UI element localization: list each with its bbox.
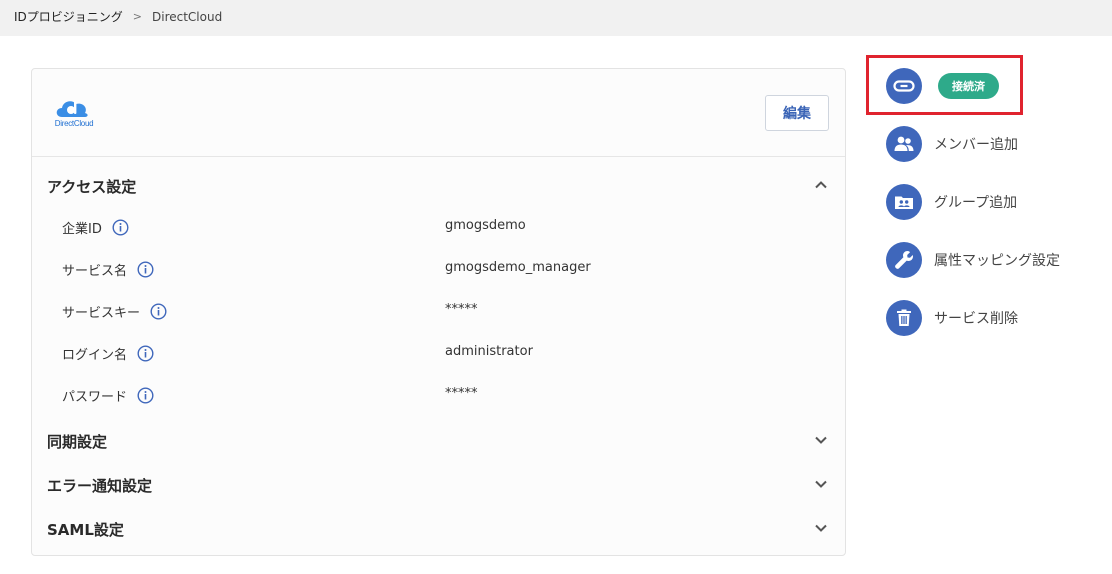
field-row-service-name: サービス名 gmogsdemo_manager [32,255,845,283]
section-title: 同期設定 [47,433,108,451]
field-label: 企業ID [62,218,129,237]
section-error-notification-settings[interactable]: エラー通知設定 [32,469,845,499]
service-settings-card: DirectCloud 編集 アクセス設定 企業ID gmogsdemo サービ… [31,68,846,556]
field-label-text: 企業ID [62,222,102,237]
chevron-down-icon [815,480,827,488]
field-label-text: サービス名 [62,264,128,279]
info-icon[interactable] [137,387,154,404]
add-group-button[interactable]: グループ追加 [886,184,1096,220]
breadcrumb-current: DirectCloud [152,9,223,24]
field-label: サービスキー [62,302,167,321]
trash-icon [886,300,922,336]
chevron-down-icon [815,524,827,532]
attribute-mapping-button[interactable]: 属性マッピング設定 [886,242,1096,278]
top-bar: IDプロビジョニング > DirectCloud [0,0,1112,36]
field-label: パスワード [62,386,154,405]
field-label: ログイン名 [62,344,154,363]
group-folder-icon [886,184,922,220]
info-icon[interactable] [137,261,154,278]
section-saml-settings[interactable]: SAML設定 [32,513,845,543]
card-header: DirectCloud 編集 [32,69,845,157]
logo-text: DirectCloud [54,119,94,128]
info-icon[interactable] [112,219,129,236]
field-row-service-key: サービスキー ***** [32,297,845,325]
field-value: gmogsdemo [445,218,526,233]
breadcrumb-separator: > [132,10,142,23]
side-label: グループ追加 [934,195,1018,211]
field-label-text: ログイン名 [62,348,128,363]
section-sync-settings[interactable]: 同期設定 [32,425,845,455]
field-label-text: パスワード [62,390,128,405]
directcloud-logo: DirectCloud [50,95,98,131]
field-value: gmogsdemo_manager [445,260,591,275]
field-value: administrator [445,344,533,359]
delete-service-button[interactable]: サービス削除 [886,300,1096,336]
info-icon[interactable] [137,345,154,362]
field-row-company-id: 企業ID gmogsdemo [32,213,845,241]
edit-button[interactable]: 編集 [765,95,829,131]
add-member-button[interactable]: メンバー追加 [886,126,1096,162]
cloud-logo-icon [56,101,88,117]
field-label-text: サービスキー [62,306,141,321]
wrench-icon [886,242,922,278]
info-icon[interactable] [150,303,167,320]
chevron-up-icon [815,181,827,189]
section-title: SAML設定 [47,521,124,539]
side-label: 属性マッピング設定 [934,253,1060,269]
field-label: サービス名 [62,260,154,279]
users-icon [886,126,922,162]
field-row-password: パスワード ***** [32,381,845,409]
side-label: サービス削除 [934,311,1018,327]
section-access-settings[interactable]: アクセス設定 [32,170,845,200]
status-badge-connected: 接続済 [938,73,999,99]
section-title: エラー通知設定 [47,477,153,495]
side-label: メンバー追加 [934,137,1018,153]
field-row-login-name: ログイン名 administrator [32,339,845,367]
link-icon [886,68,922,104]
breadcrumb-link-id-provisioning[interactable]: IDプロビジョニング [14,8,123,25]
chevron-down-icon [815,436,827,444]
breadcrumb: IDプロビジョニング > DirectCloud [14,8,222,25]
section-title: アクセス設定 [47,178,137,196]
field-value: ***** [445,386,478,401]
field-value: ***** [445,302,478,317]
